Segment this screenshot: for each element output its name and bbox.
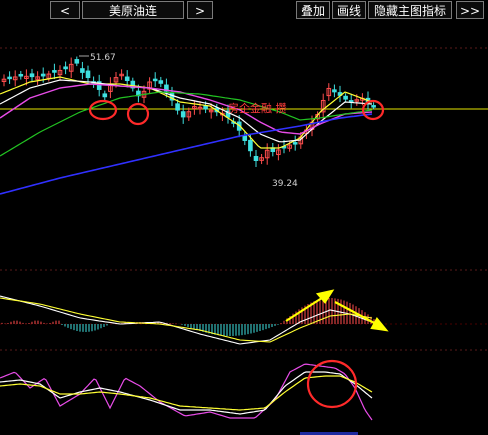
- main-price-panel: [0, 56, 488, 195]
- price-candle: [124, 76, 130, 81]
- chart-toolbar: < 美原油连 > 叠加 画线 隐藏主图指标 >>: [0, 0, 488, 22]
- kdj-d-line: [0, 375, 373, 411]
- price-candle: [63, 66, 68, 70]
- draw-line-button[interactable]: 画线: [332, 1, 366, 19]
- price-candle: [253, 155, 259, 162]
- price-candle: [7, 76, 12, 80]
- price-candle: [158, 80, 164, 84]
- high-price-label: 51.67: [90, 53, 116, 63]
- circle-marker-3: [361, 99, 385, 121]
- price-candle: [85, 70, 91, 79]
- price-candle: [292, 142, 298, 145]
- price-candle: [332, 89, 337, 93]
- next-symbol-button[interactable]: >: [187, 1, 213, 19]
- price-candle: [18, 73, 24, 77]
- symbol-name-button[interactable]: 美原油连: [82, 1, 184, 19]
- price-candle: [152, 78, 158, 82]
- price-candle: [248, 139, 253, 152]
- circle-marker-2: [126, 102, 150, 126]
- price-candle: [29, 73, 35, 78]
- hide-main-indicator-button[interactable]: 隐藏主图指标: [368, 1, 452, 19]
- price-candle: [242, 135, 248, 141]
- chart-area[interactable]: 51.67 39.24 房企金融 攒: [0, 22, 488, 435]
- price-candle: [180, 111, 186, 118]
- price-candle: [371, 105, 376, 108]
- price-candle: [343, 95, 348, 100]
- ma-yellow-line: [0, 76, 373, 149]
- price-candle: [74, 59, 80, 64]
- news-annotation: 房企金融 攒: [228, 101, 287, 115]
- ma-green-line: [0, 91, 373, 157]
- price-candle: [175, 103, 180, 111]
- price-candle: [102, 93, 108, 98]
- prev-symbol-button[interactable]: <: [50, 1, 80, 19]
- low-price-label: 39.24: [272, 179, 298, 189]
- grid-lines: [0, 47, 488, 351]
- overlay-button[interactable]: 叠加: [296, 1, 330, 19]
- kdj-panel: [0, 363, 373, 421]
- macd-panel: [0, 295, 375, 345]
- price-candle: [80, 68, 85, 73]
- macd-dif-line: [0, 295, 373, 345]
- macd-dea-line: [0, 297, 373, 343]
- expand-button[interactable]: >>: [456, 1, 484, 19]
- price-candle: [40, 73, 46, 77]
- price-candle: [52, 70, 57, 73]
- kdj-k-line: [0, 371, 373, 415]
